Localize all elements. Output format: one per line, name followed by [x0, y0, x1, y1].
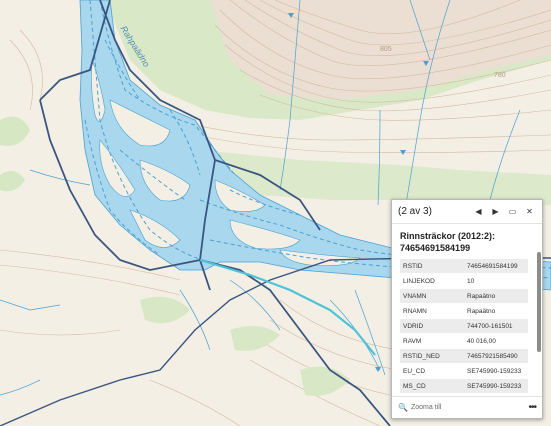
popup-scrollbar[interactable]: [537, 252, 541, 352]
dock-icon[interactable]: ▭: [506, 205, 519, 218]
attribute-key: MS_CD: [400, 378, 464, 393]
popup-body[interactable]: Rinnsträckor (2012:2): 74654691584199 RS…: [392, 224, 542, 394]
attribute-row: EU_CD SE745990-159233: [400, 363, 528, 379]
attribute-row: RSTID 74654691584199: [400, 258, 528, 274]
popup-title: Rinnsträckor (2012:2): 74654691584199: [400, 231, 496, 253]
attribute-key: LINJEKOD: [400, 273, 464, 289]
attribute-key: RNAMN: [400, 303, 464, 319]
attribute-key: VDRID: [400, 318, 464, 334]
previous-feature-icon[interactable]: ◀: [472, 205, 485, 218]
attribute-value: SE745990-159233: [464, 363, 528, 379]
attribute-value: 74654691584199: [464, 258, 528, 274]
zoom-to-link[interactable]: Zooma till: [411, 404, 441, 411]
contour-label-805: 805: [380, 46, 392, 53]
popup-header: (2 av 3) ◀ ▶ ▭ ✕: [392, 200, 542, 224]
contour-label-780: 780: [494, 72, 506, 79]
popup-footer: 🔍 Zooma till •••: [392, 396, 542, 418]
attribute-key: RAVM: [400, 333, 464, 349]
more-options-icon[interactable]: •••: [528, 402, 536, 413]
attribute-row: RAVM 40 016,00: [400, 333, 528, 349]
feature-popup: (2 av 3) ◀ ▶ ▭ ✕ Rinnsträckor (2012:2): …: [391, 199, 543, 419]
attribute-row: RNAMN Rapaätno: [400, 303, 528, 319]
attribute-value: 74657921585490: [464, 348, 528, 364]
attribute-table: RSTID 74654691584199 LINJEKOD 10 VNAMN Rapaät…: [400, 258, 528, 393]
attribute-value: Rapaätno: [464, 288, 528, 304]
popup-counter: (2 av 3): [398, 206, 432, 217]
attribute-value: SE745990-159233: [464, 378, 528, 393]
attribute-key: RSTID_NED: [400, 348, 464, 364]
attribute-key: EU_CD: [400, 363, 464, 379]
attribute-value: Rapaätno: [464, 303, 528, 319]
attribute-value: 10: [464, 273, 528, 289]
attribute-row: RSTID_NED 74657921585490: [400, 348, 528, 364]
attribute-value: 744700-161501: [464, 318, 528, 334]
attribute-row: LINJEKOD 10: [400, 273, 528, 289]
zoom-icon[interactable]: 🔍: [398, 403, 408, 412]
attribute-value: 40 016,00: [464, 333, 528, 349]
close-icon[interactable]: ✕: [523, 205, 536, 218]
attribute-key: VNAMN: [400, 288, 464, 304]
attribute-row: VDRID 744700-161501: [400, 318, 528, 334]
attribute-key: RSTID: [400, 258, 464, 274]
attribute-row: MS_CD SE745990-159233: [400, 378, 528, 393]
attribute-row: VNAMN Rapaätno: [400, 288, 528, 304]
next-feature-icon[interactable]: ▶: [489, 205, 502, 218]
